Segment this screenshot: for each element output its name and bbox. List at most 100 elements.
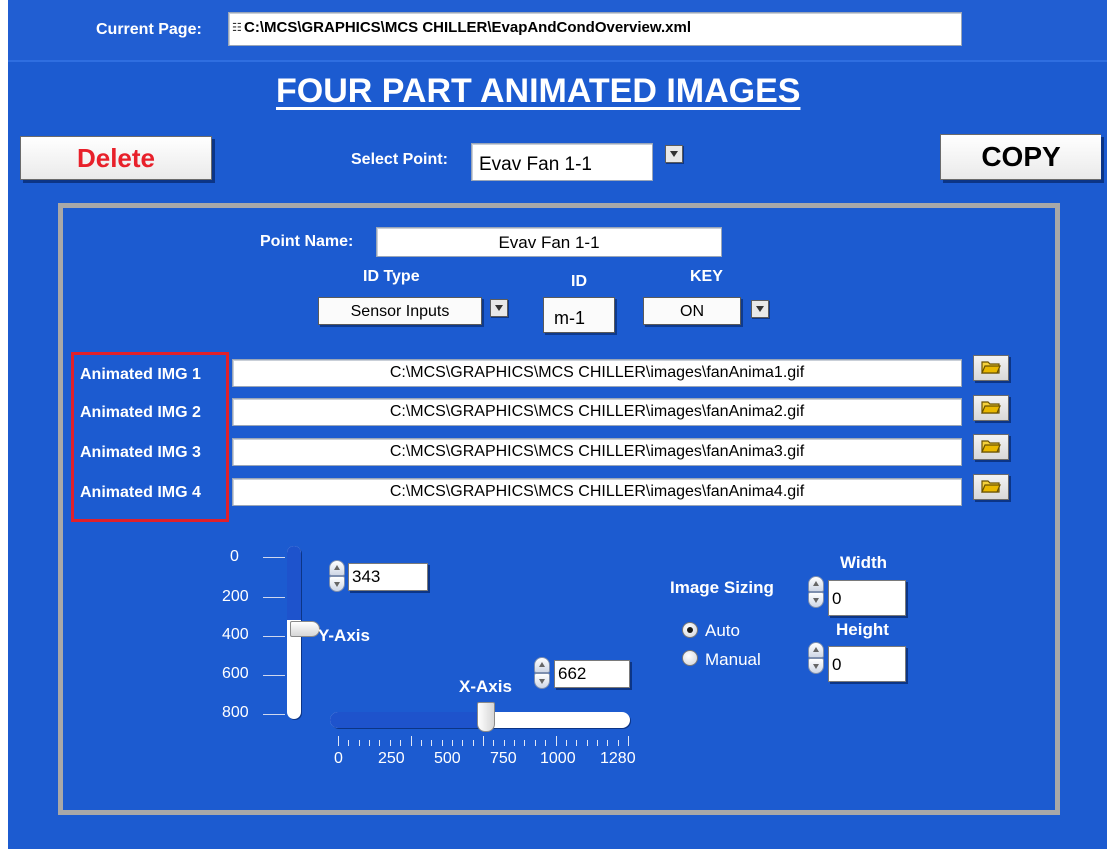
browse-folder-1-button[interactable] xyxy=(973,355,1009,381)
key-dropdown-icon[interactable] xyxy=(751,300,769,318)
x-tick-mark xyxy=(618,740,619,746)
id-type-label: ID Type xyxy=(363,268,420,285)
x-tick-250: 250 xyxy=(378,750,405,767)
animated-img-1-path[interactable]: C:\MCS\GRAPHICS\MCS CHILLER\images\fanAn… xyxy=(232,359,962,387)
browse-folder-4-button[interactable] xyxy=(973,474,1009,500)
x-tick-mark xyxy=(545,740,546,746)
x-axis-ticks xyxy=(338,736,629,746)
delete-label: Delete xyxy=(76,142,156,173)
x-tick-0: 0 xyxy=(334,750,343,767)
point-name-field[interactable]: Evav Fan 1-1 xyxy=(376,227,722,257)
x-tick-mark xyxy=(400,740,401,746)
current-page-path: C:\MCS\GRAPHICS\MCS CHILLER\EvapAndCondO… xyxy=(244,19,691,36)
animated-img-2-label: Animated IMG 2 xyxy=(80,404,201,421)
y-axis-slider-thumb[interactable] xyxy=(290,621,320,637)
animated-img-3-path-text: C:\MCS\GRAPHICS\MCS CHILLER\images\fanAn… xyxy=(389,443,805,460)
page-title: FOUR PART ANIMATED IMAGES xyxy=(276,72,801,110)
id-field[interactable]: m-1 xyxy=(543,297,615,333)
height-spinner[interactable] xyxy=(808,642,824,674)
copy-button[interactable]: COPY xyxy=(940,134,1101,180)
sizing-manual-radio[interactable] xyxy=(682,650,698,666)
height-label: Height xyxy=(836,620,889,639)
x-tick-mark xyxy=(535,740,536,746)
x-axis-slider-fill xyxy=(330,712,485,728)
y-axis-slider-fill xyxy=(287,546,301,620)
animated-img-4-path-text: C:\MCS\GRAPHICS\MCS CHILLER\images\fanAn… xyxy=(389,483,805,500)
x-tick-mark xyxy=(421,740,422,746)
current-page-field[interactable]: ☷ C:\MCS\GRAPHICS\MCS CHILLER\EvapAndCon… xyxy=(228,12,962,46)
width-spinner[interactable] xyxy=(808,576,824,608)
x-tick-1280: 1280 xyxy=(600,750,636,767)
animated-img-3-label: Animated IMG 3 xyxy=(80,444,201,461)
key-label: KEY xyxy=(690,268,723,285)
x-tick-mark xyxy=(462,740,463,746)
width-label: Width xyxy=(840,553,888,572)
x-tick-mark xyxy=(597,740,598,746)
x-tick-mark xyxy=(504,740,505,746)
x-tick-mark xyxy=(628,736,629,746)
x-tick-mark xyxy=(483,736,484,746)
x-tick-mark xyxy=(556,736,557,746)
x-tick-mark xyxy=(338,736,339,746)
y-tick-200: 200 xyxy=(222,588,249,605)
animated-img-2-path[interactable]: C:\MCS\GRAPHICS\MCS CHILLER\images\fanAn… xyxy=(232,398,962,426)
width-value[interactable]: 0 xyxy=(828,580,906,616)
x-tick-mark xyxy=(411,736,412,746)
select-point-field[interactable]: Evav Fan 1-1 xyxy=(471,143,653,181)
x-axis-slider-thumb[interactable] xyxy=(477,702,495,732)
height-value[interactable]: 0 xyxy=(828,646,906,682)
id-value: m-1 xyxy=(554,308,585,328)
browse-folder-2-button[interactable] xyxy=(973,395,1009,421)
x-tick-1000: 1000 xyxy=(540,750,576,767)
x-tick-mark xyxy=(390,740,391,746)
x-axis-spinner[interactable] xyxy=(534,657,550,689)
y-tick-800: 800 xyxy=(222,704,249,721)
y-tick-600: 600 xyxy=(222,665,249,682)
x-tick-mark xyxy=(524,740,525,746)
sizing-auto-radio[interactable] xyxy=(682,622,698,638)
animated-img-4-path[interactable]: C:\MCS\GRAPHICS\MCS CHILLER\images\fanAn… xyxy=(232,478,962,506)
animated-img-4-label: Animated IMG 4 xyxy=(80,484,201,501)
page-icon: ☷ xyxy=(232,22,242,34)
x-axis-value[interactable]: 662 xyxy=(554,660,630,688)
browse-folder-3-button[interactable] xyxy=(973,434,1009,460)
select-point-dropdown-icon[interactable] xyxy=(665,145,683,163)
y-axis-value[interactable]: 343 xyxy=(348,563,428,591)
x-tick-mark xyxy=(587,740,588,746)
folder-icon xyxy=(981,401,1001,414)
x-tick-mark xyxy=(348,740,349,746)
x-tick-mark xyxy=(576,740,577,746)
folder-icon xyxy=(981,361,1001,374)
sizing-manual-label: Manual xyxy=(705,650,761,669)
animated-img-1-label: Animated IMG 1 xyxy=(80,366,201,383)
point-name-value: Evav Fan 1-1 xyxy=(498,233,600,252)
x-tick-mark xyxy=(473,740,474,746)
delete-button[interactable]: Delete xyxy=(20,136,212,180)
key-field[interactable]: ON xyxy=(643,297,741,325)
current-page-label: Current Page: xyxy=(96,21,202,38)
id-label: ID xyxy=(571,273,587,290)
x-tick-mark xyxy=(431,740,432,746)
select-point-label: Select Point: xyxy=(351,151,448,168)
x-tick-mark xyxy=(566,740,567,746)
id-type-dropdown-icon[interactable] xyxy=(490,299,508,317)
y-axis-spinner[interactable] xyxy=(329,560,345,592)
animated-img-2-path-text: C:\MCS\GRAPHICS\MCS CHILLER\images\fanAn… xyxy=(389,403,805,420)
select-point-value: Evav Fan 1-1 xyxy=(479,154,592,175)
y-axis-label: Y-Axis xyxy=(318,626,370,645)
x-tick-mark xyxy=(452,740,453,746)
copy-label: COPY xyxy=(981,141,1061,172)
x-tick-mark xyxy=(514,740,515,746)
x-tick-mark xyxy=(607,740,608,746)
y-tick-400: 400 xyxy=(222,626,249,643)
x-tick-mark xyxy=(442,740,443,746)
image-sizing-label: Image Sizing xyxy=(670,578,774,597)
main-window: Current Page: ☷ C:\MCS\GRAPHICS\MCS CHIL… xyxy=(8,0,1107,849)
id-type-value: Sensor Inputs xyxy=(350,303,450,320)
animated-img-3-path[interactable]: C:\MCS\GRAPHICS\MCS CHILLER\images\fanAn… xyxy=(232,438,962,466)
key-value: ON xyxy=(680,303,704,320)
sizing-auto-label: Auto xyxy=(705,621,740,640)
id-type-field[interactable]: Sensor Inputs xyxy=(318,297,482,325)
folder-icon xyxy=(981,480,1001,493)
x-tick-mark xyxy=(493,740,494,746)
